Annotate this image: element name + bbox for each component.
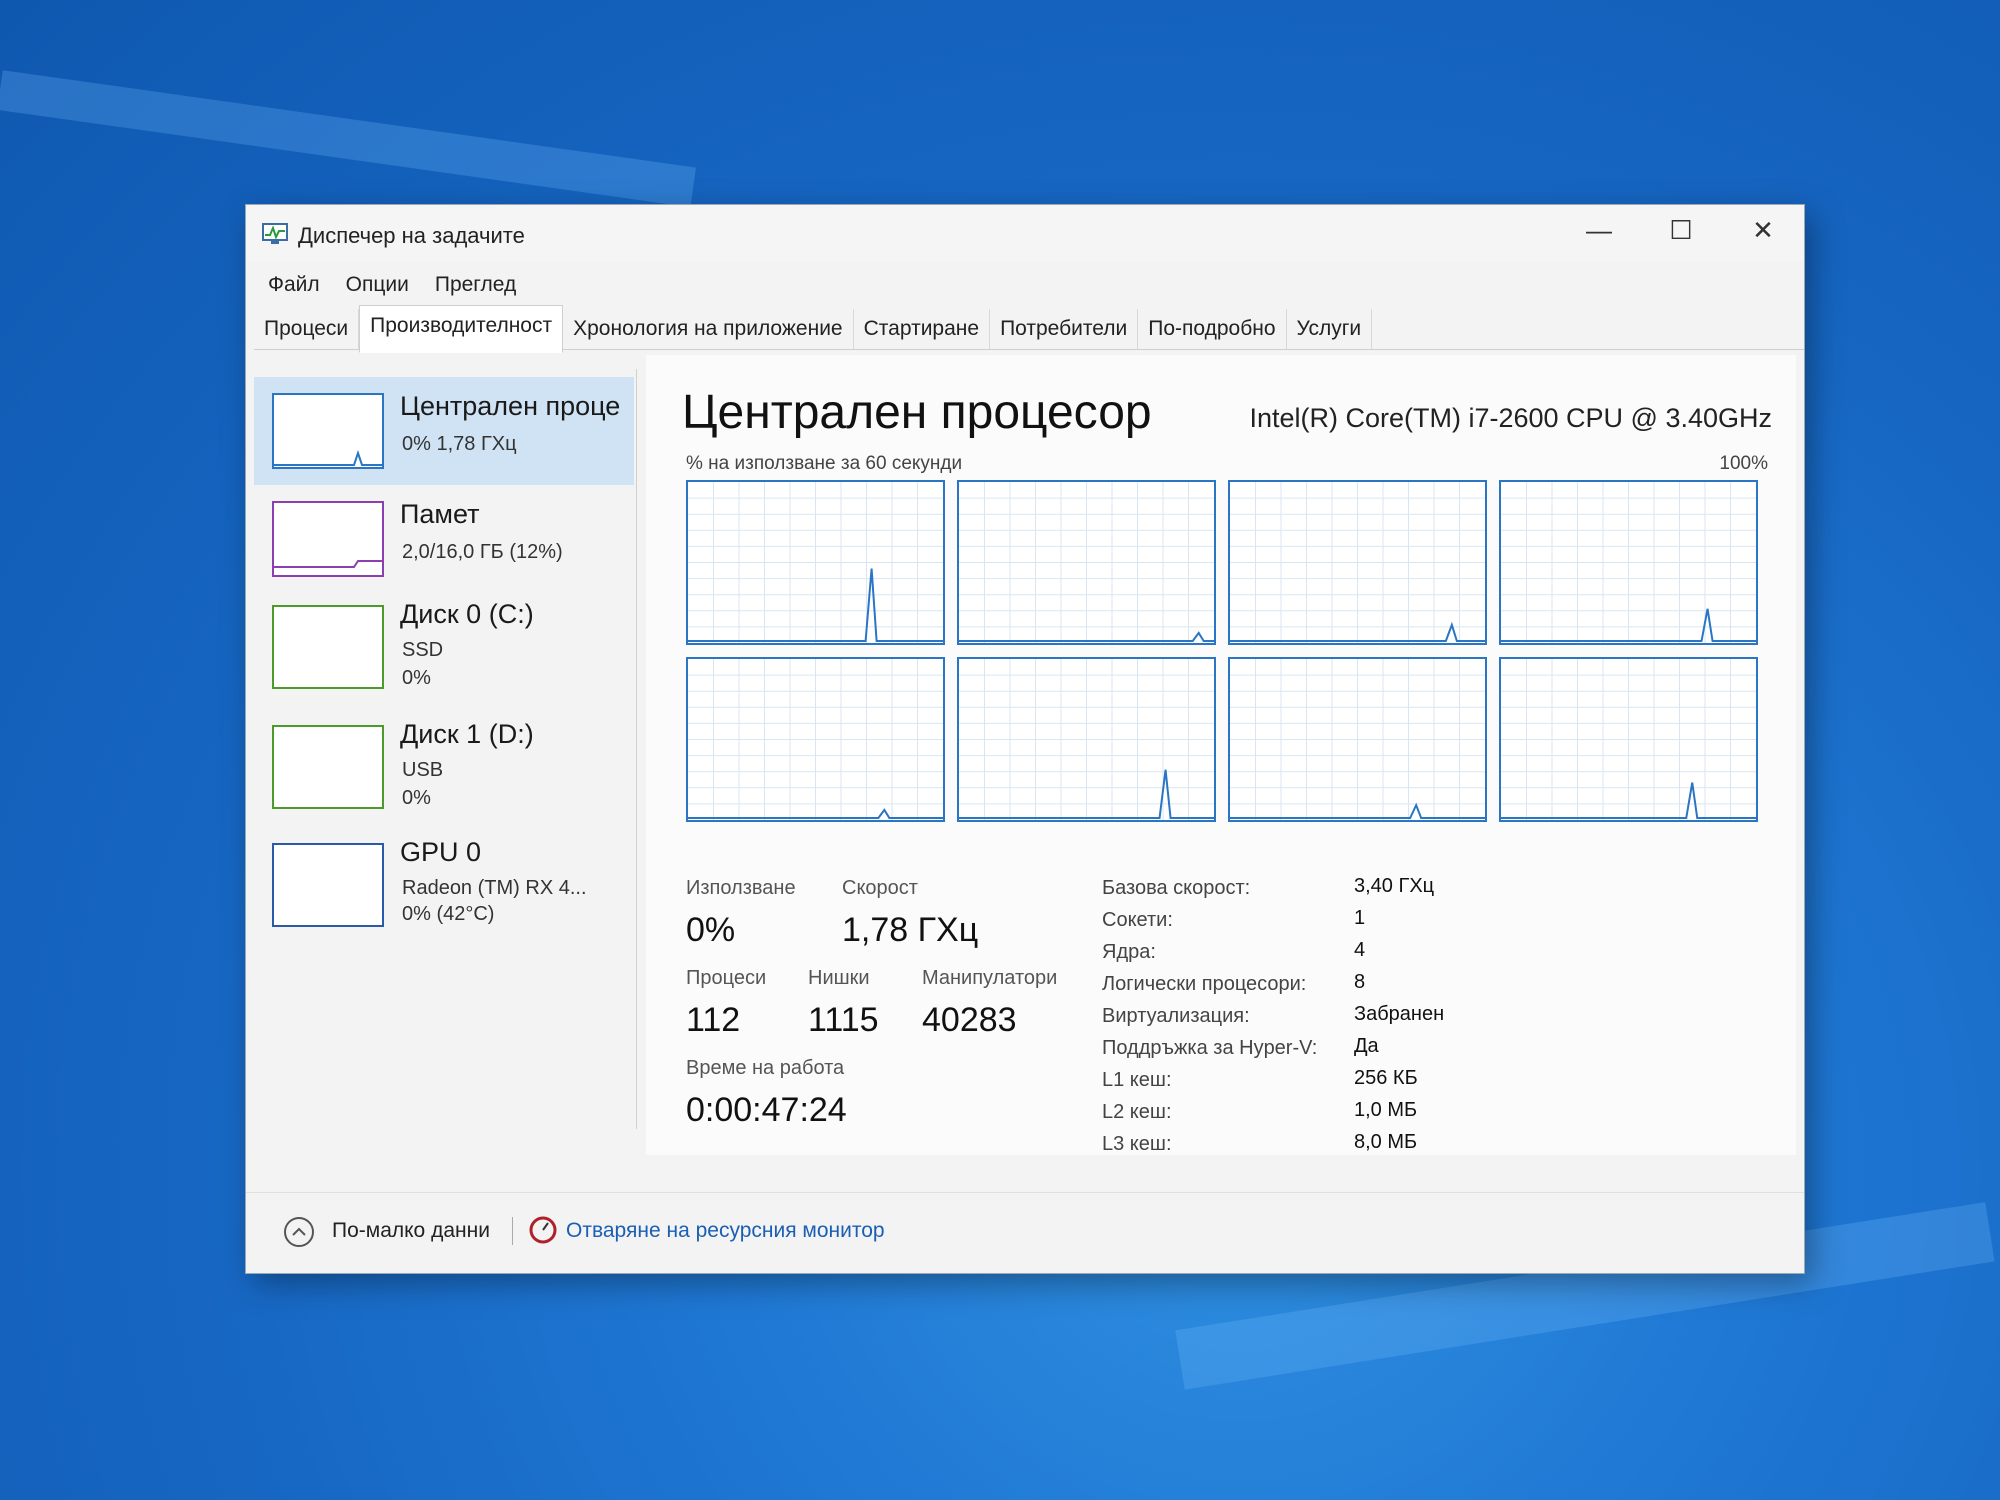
uptime-label: Време на работа — [686, 1057, 845, 1079]
threads-value: 1115 — [808, 1001, 879, 1039]
gpu-thumbnail-graph — [272, 843, 384, 927]
resource-monitor-icon[interactable] — [528, 1215, 558, 1245]
spec-value: 256 КБ — [1354, 1067, 1418, 1089]
spec-label: Сокети: — [1102, 909, 1173, 931]
logical-processor-graph — [1228, 480, 1487, 645]
window-title: Диспечер на задачите — [298, 223, 525, 248]
sidebar-item-detail: Radeon (TM) RX 4... — [402, 877, 587, 899]
sidebar-item-detail: 0% — [402, 787, 431, 809]
title-bar[interactable]: Диспечер на задачите — ☐ ✕ — [246, 205, 1804, 261]
performance-sidebar: Централен проце 0% 1,78 ГХц Памет 2,0/16… — [254, 369, 637, 1129]
processes-value: 112 — [686, 1001, 741, 1039]
spec-label: L3 кеш: — [1102, 1133, 1172, 1155]
sidebar-item-label: GPU 0 — [400, 837, 482, 867]
sidebar-item-memory[interactable]: Памет 2,0/16,0 ГБ (12%) — [254, 485, 634, 593]
spec-value: 8,0 МБ — [1354, 1131, 1418, 1153]
spec-value: Да — [1354, 1035, 1379, 1057]
speed-label: Скорост — [842, 877, 918, 899]
fewer-details-link[interactable]: По-малко данни — [332, 1219, 490, 1243]
logical-processor-graph — [686, 657, 945, 822]
sidebar-item-disk-1[interactable]: Диск 1 (D:) USB 0% — [254, 715, 634, 823]
logical-processor-graphs[interactable] — [686, 480, 1760, 822]
tab-performance[interactable]: Производителност — [359, 305, 564, 353]
logical-processor-graph — [957, 657, 1216, 822]
cpu-detail-panel: Централен процесор Intel(R) Core(TM) i7-… — [646, 355, 1796, 1155]
logical-processor-graph — [1228, 657, 1487, 822]
menu-bar: Файл Опции Преглед — [256, 269, 530, 301]
sidebar-item-label: Диск 0 (C:) — [400, 599, 534, 629]
sidebar-item-label: Памет — [400, 499, 480, 529]
uptime-value: 0:00:47:24 — [686, 1091, 847, 1129]
sidebar-item-detail: 2,0/16,0 ГБ (12%) — [402, 541, 563, 563]
spec-label: Поддръжка за Hyper-V: — [1102, 1037, 1318, 1059]
footer-divider — [512, 1217, 513, 1245]
page-title: Централен процесор — [682, 386, 1152, 439]
sidebar-item-detail: 0% (42°C) — [402, 903, 495, 925]
sidebar-item-detail: USB — [402, 759, 444, 781]
maximize-button[interactable]: ☐ — [1640, 205, 1722, 255]
spec-label: Виртуализация: — [1102, 1005, 1250, 1027]
sidebar-item-detail: SSD — [402, 639, 444, 661]
spec-label: L2 кеш: — [1102, 1101, 1172, 1123]
spec-label: Базова скорост: — [1102, 877, 1251, 899]
cpu-model-name: Intel(R) Core(TM) i7-2600 CPU @ 3.40GHz — [1249, 403, 1772, 433]
sidebar-item-label: Диск 1 (D:) — [400, 719, 534, 749]
menu-options[interactable]: Опции — [334, 269, 423, 301]
disk-1-thumbnail-graph — [272, 725, 384, 809]
graph-max-label: 100% — [1719, 453, 1768, 474]
cpu-thumbnail-graph — [272, 393, 384, 469]
usage-label: Използване — [686, 877, 796, 899]
threads-label: Нишки — [808, 967, 870, 989]
minimize-button[interactable]: — — [1558, 205, 1640, 255]
menu-view[interactable]: Преглед — [423, 269, 530, 301]
tab-processes[interactable]: Процеси — [254, 309, 360, 349]
processes-label: Процеси — [686, 967, 767, 989]
logical-processor-graph — [686, 480, 945, 645]
handles-label: Манипулатори — [922, 967, 1058, 989]
open-resource-monitor-link[interactable]: Отваряне на ресурсния монитор — [566, 1219, 885, 1243]
spec-value: 8 — [1354, 971, 1366, 993]
spec-value: 4 — [1354, 939, 1366, 961]
logical-processor-graph — [957, 480, 1216, 645]
tab-services[interactable]: Услуги — [1287, 309, 1373, 349]
speed-value: 1,78 ГХц — [842, 911, 979, 949]
spec-value: 1,0 МБ — [1354, 1099, 1418, 1121]
sidebar-item-cpu[interactable]: Централен проце 0% 1,78 ГХц — [254, 377, 634, 485]
tab-app-history[interactable]: Хронология на приложение — [563, 309, 854, 349]
tab-startup[interactable]: Стартиране — [854, 309, 991, 349]
menu-file[interactable]: Файл — [256, 269, 334, 301]
tab-bar: Процеси Производителност Хронология на п… — [254, 305, 1804, 353]
sidebar-item-label: Централен проце — [400, 391, 621, 421]
memory-thumbnail-graph — [272, 501, 384, 577]
logical-processor-graph — [1499, 480, 1758, 645]
desktop-light-streak — [0, 70, 696, 208]
task-manager-icon — [262, 223, 288, 244]
usage-value: 0% — [686, 911, 736, 949]
sidebar-item-gpu[interactable]: GPU 0 Radeon (TM) RX 4... 0% (42°C) — [254, 833, 634, 941]
task-manager-window: Диспечер на задачите — ☐ ✕ Файл Опции Пр… — [246, 205, 1804, 1273]
graph-caption: % на използване за 60 секунди — [686, 453, 963, 474]
spec-label: Ядра: — [1102, 941, 1156, 963]
chevron-up-icon[interactable] — [284, 1217, 314, 1247]
sidebar-item-detail: 0% 1,78 ГХц — [402, 433, 517, 455]
spec-label: L1 кеш: — [1102, 1069, 1172, 1091]
disk-0-thumbnail-graph — [272, 605, 384, 689]
close-button[interactable]: ✕ — [1722, 205, 1804, 255]
sidebar-item-detail: 0% — [402, 667, 431, 689]
spec-value: Забранен — [1354, 1003, 1445, 1025]
tab-users[interactable]: Потребители — [990, 309, 1139, 349]
logical-processor-graph — [1499, 657, 1758, 822]
spec-value: 3,40 ГХц — [1354, 875, 1435, 897]
sidebar-item-disk-0[interactable]: Диск 0 (C:) SSD 0% — [254, 595, 634, 703]
footer-bar: По-малко данни Отваряне на ресурсния мон… — [246, 1192, 1804, 1273]
tab-details[interactable]: По-подробно — [1138, 309, 1287, 349]
handles-value: 40283 — [922, 1001, 1017, 1039]
spec-label: Логически процесори: — [1102, 973, 1307, 995]
spec-value: 1 — [1354, 907, 1366, 929]
